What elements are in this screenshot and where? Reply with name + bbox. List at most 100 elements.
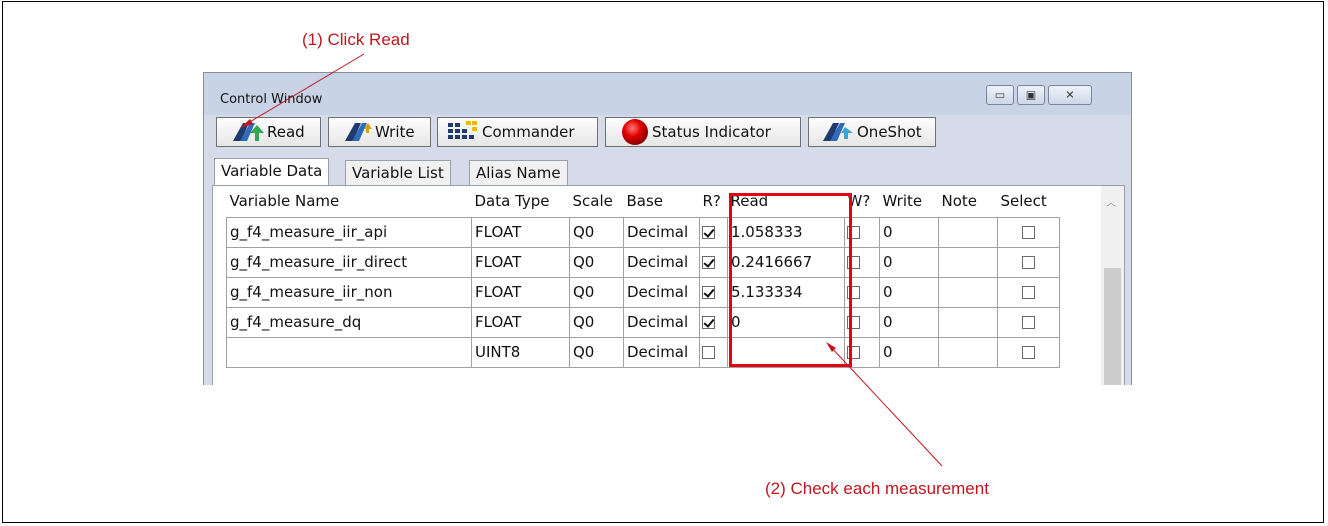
cell-data-type[interactable]: FLOAT (471, 246, 570, 278)
cell-select-checkbox[interactable] (997, 276, 1060, 308)
cell-variable-name[interactable]: g_f4_measure_iir_non (226, 276, 472, 308)
cell-data-type-text: FLOAT (475, 283, 522, 301)
annotation-click-read: (1) Click Read (302, 30, 410, 49)
cell-scale[interactable]: Q0 (569, 276, 624, 308)
cell-variable-name-text: g_f4_measure_iir_non (230, 283, 393, 301)
checkbox[interactable] (1022, 226, 1035, 239)
cell-variable-name[interactable]: g_f4_measure_iir_direct (226, 246, 472, 278)
checkbox[interactable] (1022, 346, 1035, 359)
annotation-check-measurement: (2) Check each measurement (765, 479, 989, 498)
cell-base[interactable]: Decimal (623, 216, 700, 248)
checkbox[interactable] (702, 256, 715, 269)
table-row[interactable]: g_f4_measure_dq FLOAT Q0 Decimal 0 0 (226, 306, 1060, 338)
cell-write-value[interactable]: 0 (879, 216, 939, 248)
header-base[interactable]: Base (624, 186, 700, 217)
scrollbar-thumb[interactable] (1104, 268, 1121, 385)
cell-variable-name-text: g_f4_measure_iir_direct (230, 253, 408, 271)
table-header-row: Variable Name Data Type Scale Base R? Re… (227, 186, 1060, 217)
maximize-button[interactable]: ▣ (1017, 85, 1045, 105)
minimize-button[interactable]: ▭ (986, 85, 1014, 105)
tab-variable-list[interactable]: Variable List (345, 160, 451, 185)
oneshot-button[interactable]: OneShot (808, 117, 936, 147)
cell-variable-name[interactable]: g_f4_measure_dq (226, 306, 472, 338)
cell-variable-name[interactable]: g_f4_measure_iir_api (226, 216, 472, 248)
cell-note[interactable] (938, 336, 998, 368)
cell-write-value[interactable]: 0 (879, 276, 939, 308)
header-select[interactable]: Select (998, 186, 1060, 217)
checkbox[interactable] (702, 346, 715, 359)
cell-base-text: Decimal (627, 343, 689, 361)
tab-variable-data[interactable]: Variable Data (214, 158, 330, 185)
read-icon (233, 123, 264, 141)
table-row[interactable]: g_f4_measure_iir_non FLOAT Q0 Decimal 5.1333… (226, 276, 1060, 308)
header-note[interactable]: Note (939, 186, 998, 217)
cell-note[interactable] (938, 306, 998, 338)
scroll-up-icon[interactable]: ︿ (1106, 194, 1116, 209)
cell-scale[interactable]: Q0 (569, 336, 624, 368)
cell-r-checkbox[interactable] (699, 276, 728, 308)
cell-base[interactable]: Decimal (623, 246, 700, 278)
cell-write-value-text: 0 (883, 313, 893, 331)
read-label: Read (267, 123, 305, 141)
cell-data-type[interactable]: FLOAT (471, 306, 570, 338)
control-window: Control Window ▭ ▣ ✕ Read Write Commande… (203, 72, 1132, 385)
cell-write-value-text: 0 (883, 343, 893, 361)
read-button[interactable]: Read (216, 117, 321, 147)
cell-data-type-text: UINT8 (475, 343, 521, 361)
cell-base[interactable]: Decimal (623, 306, 700, 338)
window-title: Control Window (220, 92, 323, 107)
vertical-scrollbar[interactable]: ︿ (1101, 186, 1124, 385)
cell-scale[interactable]: Q0 (569, 246, 624, 278)
cell-data-type[interactable]: FLOAT (471, 216, 570, 248)
table-row[interactable]: UINT8 Q0 Decimal 0 (226, 336, 1060, 368)
cell-data-type[interactable]: FLOAT (471, 276, 570, 308)
cell-base[interactable]: Decimal (623, 336, 700, 368)
checkbox[interactable] (702, 316, 715, 329)
cell-scale[interactable]: Q0 (569, 216, 624, 248)
cell-r-checkbox[interactable] (699, 246, 728, 278)
cell-note[interactable] (938, 216, 998, 248)
minimize-icon: ▭ (994, 88, 1006, 102)
write-button[interactable]: Write (328, 117, 431, 147)
checkbox[interactable] (702, 226, 715, 239)
status-indicator-label: Status Indicator (652, 123, 771, 141)
cell-select-checkbox[interactable] (997, 216, 1060, 248)
cell-scale-text: Q0 (573, 343, 595, 361)
cell-variable-name[interactable] (226, 336, 472, 368)
close-button[interactable]: ✕ (1048, 85, 1092, 105)
checkbox[interactable] (1022, 256, 1035, 269)
checkbox[interactable] (702, 286, 715, 299)
cell-base[interactable]: Decimal (623, 276, 700, 308)
cell-r-checkbox[interactable] (699, 216, 728, 248)
checkbox[interactable] (1022, 316, 1035, 329)
cell-base-text: Decimal (627, 253, 689, 271)
tab-alias-name[interactable]: Alias Name (469, 160, 568, 185)
cell-note[interactable] (938, 246, 998, 278)
oneshot-label: OneShot (857, 123, 922, 141)
cell-write-value[interactable]: 0 (879, 306, 939, 338)
header-r[interactable]: R? (700, 186, 728, 217)
header-variable-name[interactable]: Variable Name (227, 186, 472, 217)
header-data-type[interactable]: Data Type (472, 186, 570, 217)
cell-r-checkbox[interactable] (699, 336, 728, 368)
cell-note[interactable] (938, 276, 998, 308)
cell-base-text: Decimal (627, 313, 689, 331)
header-write[interactable]: Write (880, 186, 939, 217)
cell-select-checkbox[interactable] (997, 306, 1060, 338)
cell-data-type-text: FLOAT (475, 223, 522, 241)
cell-r-checkbox[interactable] (699, 306, 728, 338)
cell-scale[interactable]: Q0 (569, 306, 624, 338)
cell-write-value[interactable]: 0 (879, 336, 939, 368)
table-row[interactable]: g_f4_measure_iir_api FLOAT Q0 Decimal 1.0583… (226, 216, 1060, 248)
cell-data-type[interactable]: UINT8 (471, 336, 570, 368)
checkbox[interactable] (1022, 286, 1035, 299)
commander-button[interactable]: Commander (437, 117, 598, 147)
header-scale[interactable]: Scale (570, 186, 624, 217)
table-row[interactable]: g_f4_measure_iir_direct FLOAT Q0 Decimal 0.2… (226, 246, 1060, 278)
read-column-highlight (729, 193, 852, 367)
status-indicator-button[interactable]: Status Indicator (605, 117, 801, 147)
oneshot-icon (823, 123, 853, 141)
cell-write-value[interactable]: 0 (879, 246, 939, 278)
cell-select-checkbox[interactable] (997, 336, 1060, 368)
cell-select-checkbox[interactable] (997, 246, 1060, 278)
